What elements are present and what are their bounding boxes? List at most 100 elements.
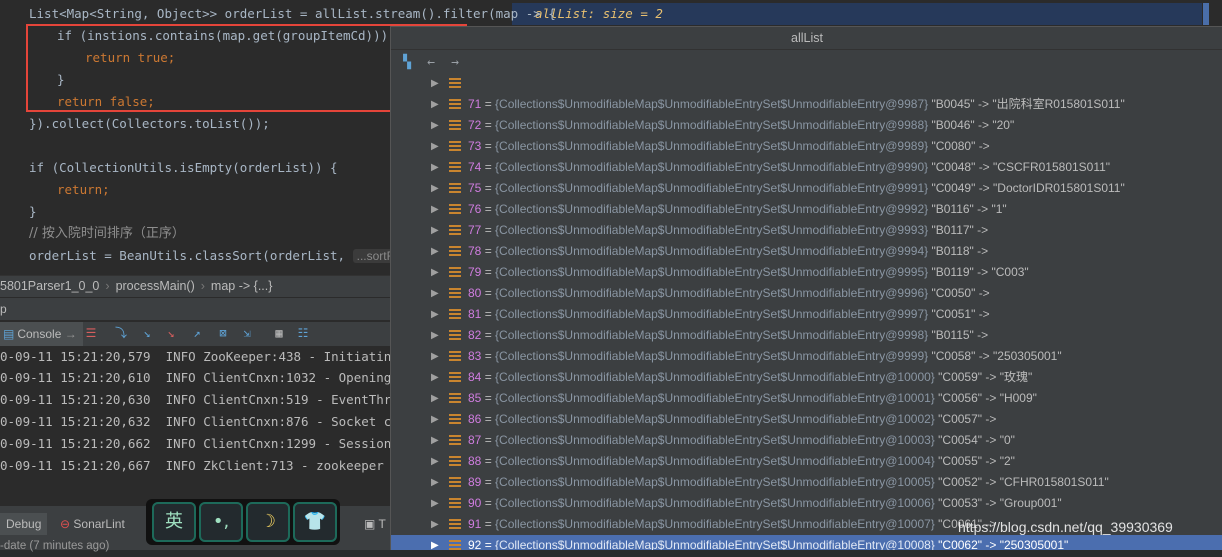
run-to-cursor-icon[interactable]: ⇲ bbox=[240, 326, 254, 340]
status-text: -date (7 minutes ago) bbox=[0, 540, 110, 552]
tree-row[interactable]: ▶ 76 = {Collections$UnmodifiableMap$Unmod… bbox=[391, 199, 1222, 220]
expand-arrow-icon[interactable]: ▶ bbox=[431, 178, 441, 199]
tree-row[interactable]: ▶ 86 = {Collections$UnmodifiableMap$Unmod… bbox=[391, 409, 1222, 430]
tree-row-text: 87 = {Collections$UnmodifiableMap$Unmodi… bbox=[468, 430, 1015, 451]
ime-moon-button[interactable]: ☽ bbox=[246, 502, 290, 542]
show-execution-point-icon[interactable]: ☰ bbox=[84, 326, 98, 340]
tree-row[interactable]: ▶ 87 = {Collections$UnmodifiableMap$Unmod… bbox=[391, 430, 1222, 451]
breadcrumb-item-method[interactable]: processMain() bbox=[116, 276, 195, 296]
step-over-icon[interactable]: ⤵ bbox=[114, 326, 128, 340]
tree-row[interactable]: ▶ 72 = {Collections$UnmodifiableMap$Unmod… bbox=[391, 115, 1222, 136]
tree-row[interactable]: ▶ 79 = {Collections$UnmodifiableMap$Unmod… bbox=[391, 262, 1222, 283]
tree-row[interactable]: ▶ 74 = {Collections$UnmodifiableMap$Unmod… bbox=[391, 157, 1222, 178]
hierarchy-icon[interactable]: ▚ bbox=[399, 55, 415, 71]
tab-terminal[interactable]: ▣ T bbox=[364, 513, 386, 535]
step-into-icon[interactable]: ↘ bbox=[140, 326, 154, 340]
row-equals: = bbox=[481, 412, 496, 426]
code-text: } bbox=[29, 204, 37, 219]
debug-tab-label: Debug bbox=[6, 517, 42, 531]
tree-row[interactable]: ▶ 83 = {Collections$UnmodifiableMap$Unmod… bbox=[391, 346, 1222, 367]
expand-arrow-icon[interactable]: ▶ bbox=[431, 304, 441, 325]
evaluate-expression-icon[interactable]: ▦ bbox=[272, 326, 286, 340]
field-icon bbox=[449, 414, 461, 425]
expand-arrow-icon[interactable]: ▶ bbox=[431, 283, 441, 304]
row-class: {Collections$UnmodifiableMap$Unmodifiabl… bbox=[495, 139, 929, 153]
field-icon bbox=[449, 120, 461, 131]
tree-row[interactable]: ▶ 85 = {Collections$UnmodifiableMap$Unmod… bbox=[391, 388, 1222, 409]
tree-row[interactable]: ▶ 78 = {Collections$UnmodifiableMap$Unmod… bbox=[391, 241, 1222, 262]
expand-arrow-icon[interactable]: ▶ bbox=[431, 115, 441, 136]
expand-arrow-icon[interactable]: ▶ bbox=[431, 430, 441, 451]
expand-arrow-icon[interactable]: ▶ bbox=[431, 346, 441, 367]
row-index: 84 bbox=[468, 370, 482, 384]
tree-row[interactable]: ▶ 77 = {Collections$UnmodifiableMap$Unmod… bbox=[391, 220, 1222, 241]
tree-row[interactable]: ▶ 73 = {Collections$UnmodifiableMap$Unmod… bbox=[391, 136, 1222, 157]
code-line-8[interactable]: return; bbox=[57, 179, 110, 201]
tree-row-text: 78 = {Collections$UnmodifiableMap$Unmodi… bbox=[468, 241, 988, 262]
expand-arrow-icon[interactable]: ▶ bbox=[431, 472, 441, 493]
tab-debug[interactable]: Debug bbox=[0, 513, 48, 535]
expand-arrow-icon[interactable]: ▶ bbox=[431, 493, 441, 514]
tree-row[interactable]: ▶ 82 = {Collections$UnmodifiableMap$Unmod… bbox=[391, 325, 1222, 346]
console-tab-label: Console bbox=[17, 327, 62, 341]
trace-icon[interactable]: ☷ bbox=[296, 326, 310, 340]
console-output[interactable]: 0-09-11 15:21:20,579 INFO ZooKeeper:438 … bbox=[0, 346, 429, 506]
expand-arrow-icon[interactable]: ▶ bbox=[431, 367, 441, 388]
row-index: 89 bbox=[468, 475, 482, 489]
expand-arrow-icon[interactable]: ▶ bbox=[431, 199, 441, 220]
tree-row[interactable]: ▶ 92 = {Collections$UnmodifiableMap$Unmod… bbox=[391, 535, 1222, 550]
tree-row[interactable]: ▶ 84 = {Collections$UnmodifiableMap$Unmod… bbox=[391, 367, 1222, 388]
expand-arrow-icon[interactable]: ▶ bbox=[431, 451, 441, 472]
expand-arrow-icon[interactable]: ▶ bbox=[431, 325, 441, 346]
tab-console[interactable]: ▤ Console → bbox=[0, 322, 83, 346]
tool-window-header: p bbox=[0, 297, 390, 320]
row-value: "B0046" -> "20" bbox=[928, 118, 1015, 132]
ime-punctuation-button[interactable]: •, bbox=[199, 502, 243, 542]
breadcrumb-item-class[interactable]: 5801Parser1_0_0 bbox=[0, 276, 99, 296]
expand-arrow-icon[interactable]: ▶ bbox=[431, 136, 441, 157]
variable-tree[interactable]: ▶ 71 = {Collections$UnmodifiableMap$Unmod… bbox=[391, 76, 1222, 550]
tree-row[interactable]: ▶ 81 = {Collections$UnmodifiableMap$Unmod… bbox=[391, 304, 1222, 325]
expand-arrow-icon[interactable]: ▶ bbox=[431, 241, 441, 262]
code-text: if (CollectionUtils.isEmpty(orderList)) … bbox=[29, 160, 338, 175]
expand-arrow-icon[interactable]: ▶ bbox=[431, 262, 441, 283]
tree-row[interactable]: ▶ 89 = {Collections$UnmodifiableMap$Unmod… bbox=[391, 472, 1222, 493]
forward-arrow-icon[interactable]: → bbox=[447, 55, 463, 71]
tree-row[interactable]: ▶ 71 = {Collections$UnmodifiableMap$Unmod… bbox=[391, 94, 1222, 115]
expand-arrow-icon[interactable]: ▶ bbox=[431, 157, 441, 178]
tree-row[interactable]: ▶ 90 = {Collections$UnmodifiableMap$Unmod… bbox=[391, 493, 1222, 514]
tab-sonarlint[interactable]: ⊖ SonarLint bbox=[60, 513, 125, 535]
field-icon bbox=[449, 498, 461, 509]
tree-row-partial[interactable]: ▶ bbox=[391, 76, 1222, 94]
ime-language-button[interactable]: 英 bbox=[152, 502, 196, 542]
expand-arrow-icon[interactable]: ▶ bbox=[431, 220, 441, 241]
expand-arrow-icon[interactable]: ▶ bbox=[431, 409, 441, 430]
tree-row[interactable]: ▶ 75 = {Collections$UnmodifiableMap$Unmod… bbox=[391, 178, 1222, 199]
code-line-9[interactable]: } bbox=[29, 201, 37, 223]
expand-arrow-icon[interactable]: ▶ bbox=[431, 535, 441, 550]
expand-arrow-icon[interactable]: ▶ bbox=[431, 76, 441, 94]
drop-frame-icon[interactable]: ⊠ bbox=[216, 326, 230, 340]
terminal-icon: ▣ bbox=[364, 517, 376, 531]
code-line-6[interactable]: }).collect(Collectors.toList()); bbox=[29, 113, 270, 135]
force-step-into-icon[interactable]: ↘ bbox=[164, 326, 178, 340]
breadcrumb-item-lambda[interactable]: map -> {...} bbox=[211, 276, 273, 296]
row-value: "C0056" -> "H009" bbox=[934, 391, 1037, 405]
expand-arrow-icon[interactable]: ▶ bbox=[431, 514, 441, 535]
tree-row[interactable]: ▶ 80 = {Collections$UnmodifiableMap$Unmod… bbox=[391, 283, 1222, 304]
variable-inspector-popup[interactable]: allList ▚ ← → ▶ 71 = {Collections$Unmodif… bbox=[390, 26, 1222, 550]
row-value: "C0080" -> bbox=[928, 139, 990, 153]
row-class: {Collections$UnmodifiableMap$Unmodifiabl… bbox=[495, 391, 935, 405]
row-index: 83 bbox=[468, 349, 482, 363]
sonarlint-tab-label: SonarLint bbox=[73, 517, 125, 531]
expand-arrow-icon[interactable]: ▶ bbox=[431, 94, 441, 115]
ime-skin-button[interactable]: 👕 bbox=[293, 502, 337, 542]
back-arrow-icon[interactable]: ← bbox=[423, 55, 439, 71]
code-line-7[interactable]: if (CollectionUtils.isEmpty(orderList)) … bbox=[29, 157, 338, 179]
code-line-11[interactable]: orderList = BeanUtils.classSort(orderLis… bbox=[29, 245, 410, 267]
expand-arrow-icon[interactable]: ▶ bbox=[431, 388, 441, 409]
code-line-1[interactable]: List<Map<String, Object>> orderList = al… bbox=[29, 3, 556, 25]
step-out-icon[interactable]: ↗ bbox=[190, 326, 204, 340]
tree-row[interactable]: ▶ 88 = {Collections$UnmodifiableMap$Unmod… bbox=[391, 451, 1222, 472]
code-comment[interactable]: // 按入院时间排序（正序） bbox=[29, 223, 185, 245]
